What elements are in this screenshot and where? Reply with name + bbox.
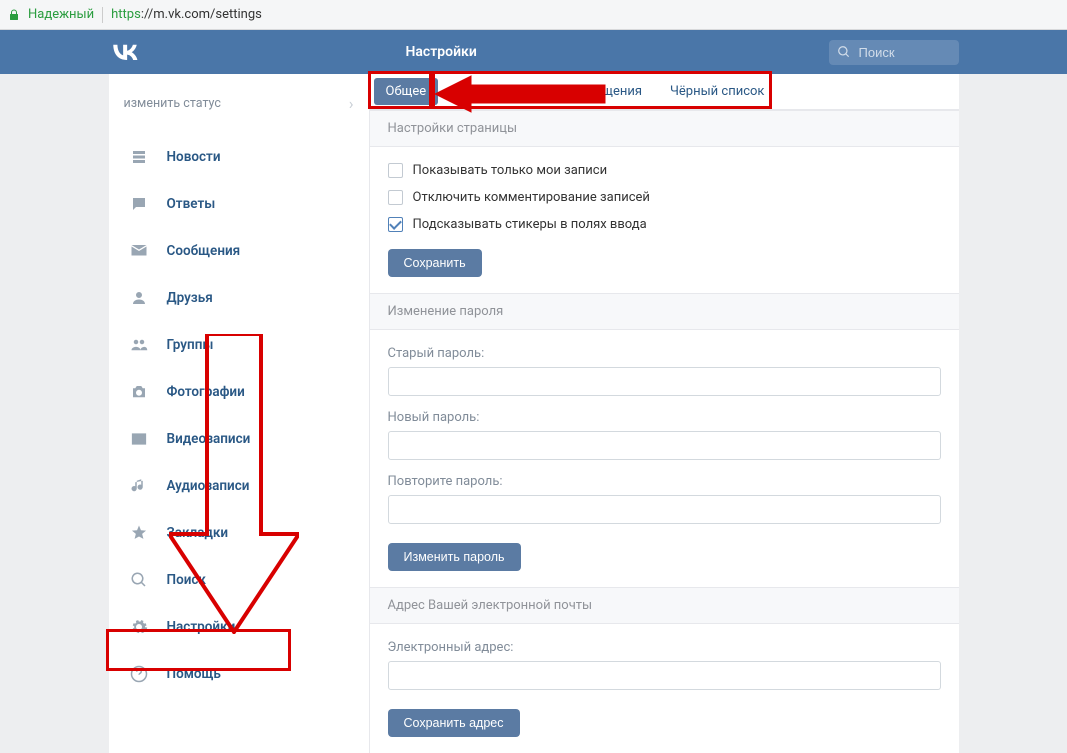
page-title: Настройки [406,44,477,60]
sidebar-item-settings[interactable]: Настройки [109,603,369,650]
sidebar-label: Новости [167,149,221,165]
sidebar-item-messages[interactable]: Сообщения [109,227,369,274]
tab-general[interactable]: Общее [374,78,439,105]
sidebar-item-photos[interactable]: Фотографии [109,368,369,415]
search-wrap [829,40,959,65]
sidebar-item-friends[interactable]: Друзья [109,274,369,321]
save-button[interactable]: Сохранить [388,249,482,277]
sidebar-item-news[interactable]: Новости [109,133,369,180]
tab-blacklist[interactable]: Чёрный список [656,74,778,109]
status-text: изменить статус [124,96,221,111]
checkbox-own-posts-row[interactable]: Показывать только мои записи [388,163,941,178]
section-body-email: Электронный адрес: Сохранить адрес [370,624,959,753]
change-status-row[interactable]: изменить статус › [109,74,369,133]
checkbox-icon[interactable] [388,163,403,178]
search-icon [837,45,851,59]
input-repeat-password[interactable] [388,495,941,524]
search-nav-icon [129,570,149,590]
vk-logo-icon[interactable] [109,36,141,68]
input-email[interactable] [388,661,941,690]
sidebar-item-videos[interactable]: Видеозаписи [109,415,369,462]
photos-icon [129,382,149,402]
sidebar-label: Сообщения [167,243,241,259]
save-email-button[interactable]: Сохранить адрес [388,709,520,737]
sidebar: изменить статус › Новости Ответы Сообщен… [109,74,369,753]
help-icon [129,664,149,684]
friends-icon [129,288,149,308]
checkbox-stickers-row[interactable]: Подсказывать стикеры в полях ввода [388,217,941,232]
tab-notifications[interactable]: Оповещения [550,74,656,109]
groups-icon [129,335,149,355]
section-header-password: Изменение пароля [370,293,959,330]
sidebar-label: Друзья [167,290,213,306]
lock-icon [8,9,20,21]
input-new-password[interactable] [388,431,941,460]
sidebar-label: Группы [167,337,214,353]
input-old-password[interactable] [388,367,941,396]
replies-icon [129,194,149,214]
section-body-password: Старый пароль: Новый пароль: Повторите п… [370,330,959,587]
change-password-button[interactable]: Изменить пароль [388,543,521,571]
sidebar-item-groups[interactable]: Группы [109,321,369,368]
checkbox-label: Отключить комментирование записей [413,190,650,205]
sidebar-label: Ответы [167,196,216,212]
sidebar-item-audio[interactable]: Аудиозаписи [109,462,369,509]
bookmarks-icon [129,523,149,543]
browser-address-bar: Надежный https://m.vk.com/settings [0,0,1067,30]
sidebar-item-replies[interactable]: Ответы [109,180,369,227]
section-header-email: Адрес Вашей электронной почты [370,587,959,624]
sidebar-item-bookmarks[interactable]: Закладки [109,509,369,556]
section-header-page: Настройки страницы [370,110,959,147]
sidebar-label: Помощь [167,666,221,682]
chevron-right-icon: › [349,94,354,113]
checkbox-icon[interactable] [388,190,403,205]
label-email: Электронный адрес: [388,640,941,655]
label-old-password: Старый пароль: [388,346,941,361]
section-body-page: Показывать только мои записи Отключить к… [370,147,959,293]
main-content: Общее Приватность Оповещения Чёрный спис… [369,74,959,753]
checkbox-checked-icon[interactable] [388,217,403,232]
url-text[interactable]: https://m.vk.com/settings [111,7,262,22]
audio-icon [129,476,149,496]
sidebar-item-search[interactable]: Поиск [109,556,369,603]
sidebar-label: Видеозаписи [167,431,251,447]
news-icon [129,147,149,167]
settings-tabs: Общее Приватность Оповещения Чёрный спис… [370,74,959,110]
settings-icon [129,617,149,637]
videos-icon [129,429,149,449]
sidebar-label: Поиск [167,572,206,588]
checkbox-label: Подсказывать стикеры в полях ввода [413,217,647,232]
label-new-password: Новый пароль: [388,410,941,425]
sidebar-label: Закладки [167,525,229,541]
messages-icon [129,241,149,261]
label-repeat-password: Повторите пароль: [388,474,941,489]
secure-label: Надежный [28,7,94,22]
checkbox-label: Показывать только мои записи [413,163,608,178]
sidebar-label: Настройки [167,619,236,635]
sidebar-label: Аудиозаписи [167,478,250,494]
divider [102,7,103,23]
sidebar-label: Фотографии [167,384,245,400]
app-header: Настройки [0,30,1067,74]
tab-privacy[interactable]: Приватность [442,74,550,109]
sidebar-item-help[interactable]: Помощь [109,650,369,697]
checkbox-disable-comments-row[interactable]: Отключить комментирование записей [388,190,941,205]
